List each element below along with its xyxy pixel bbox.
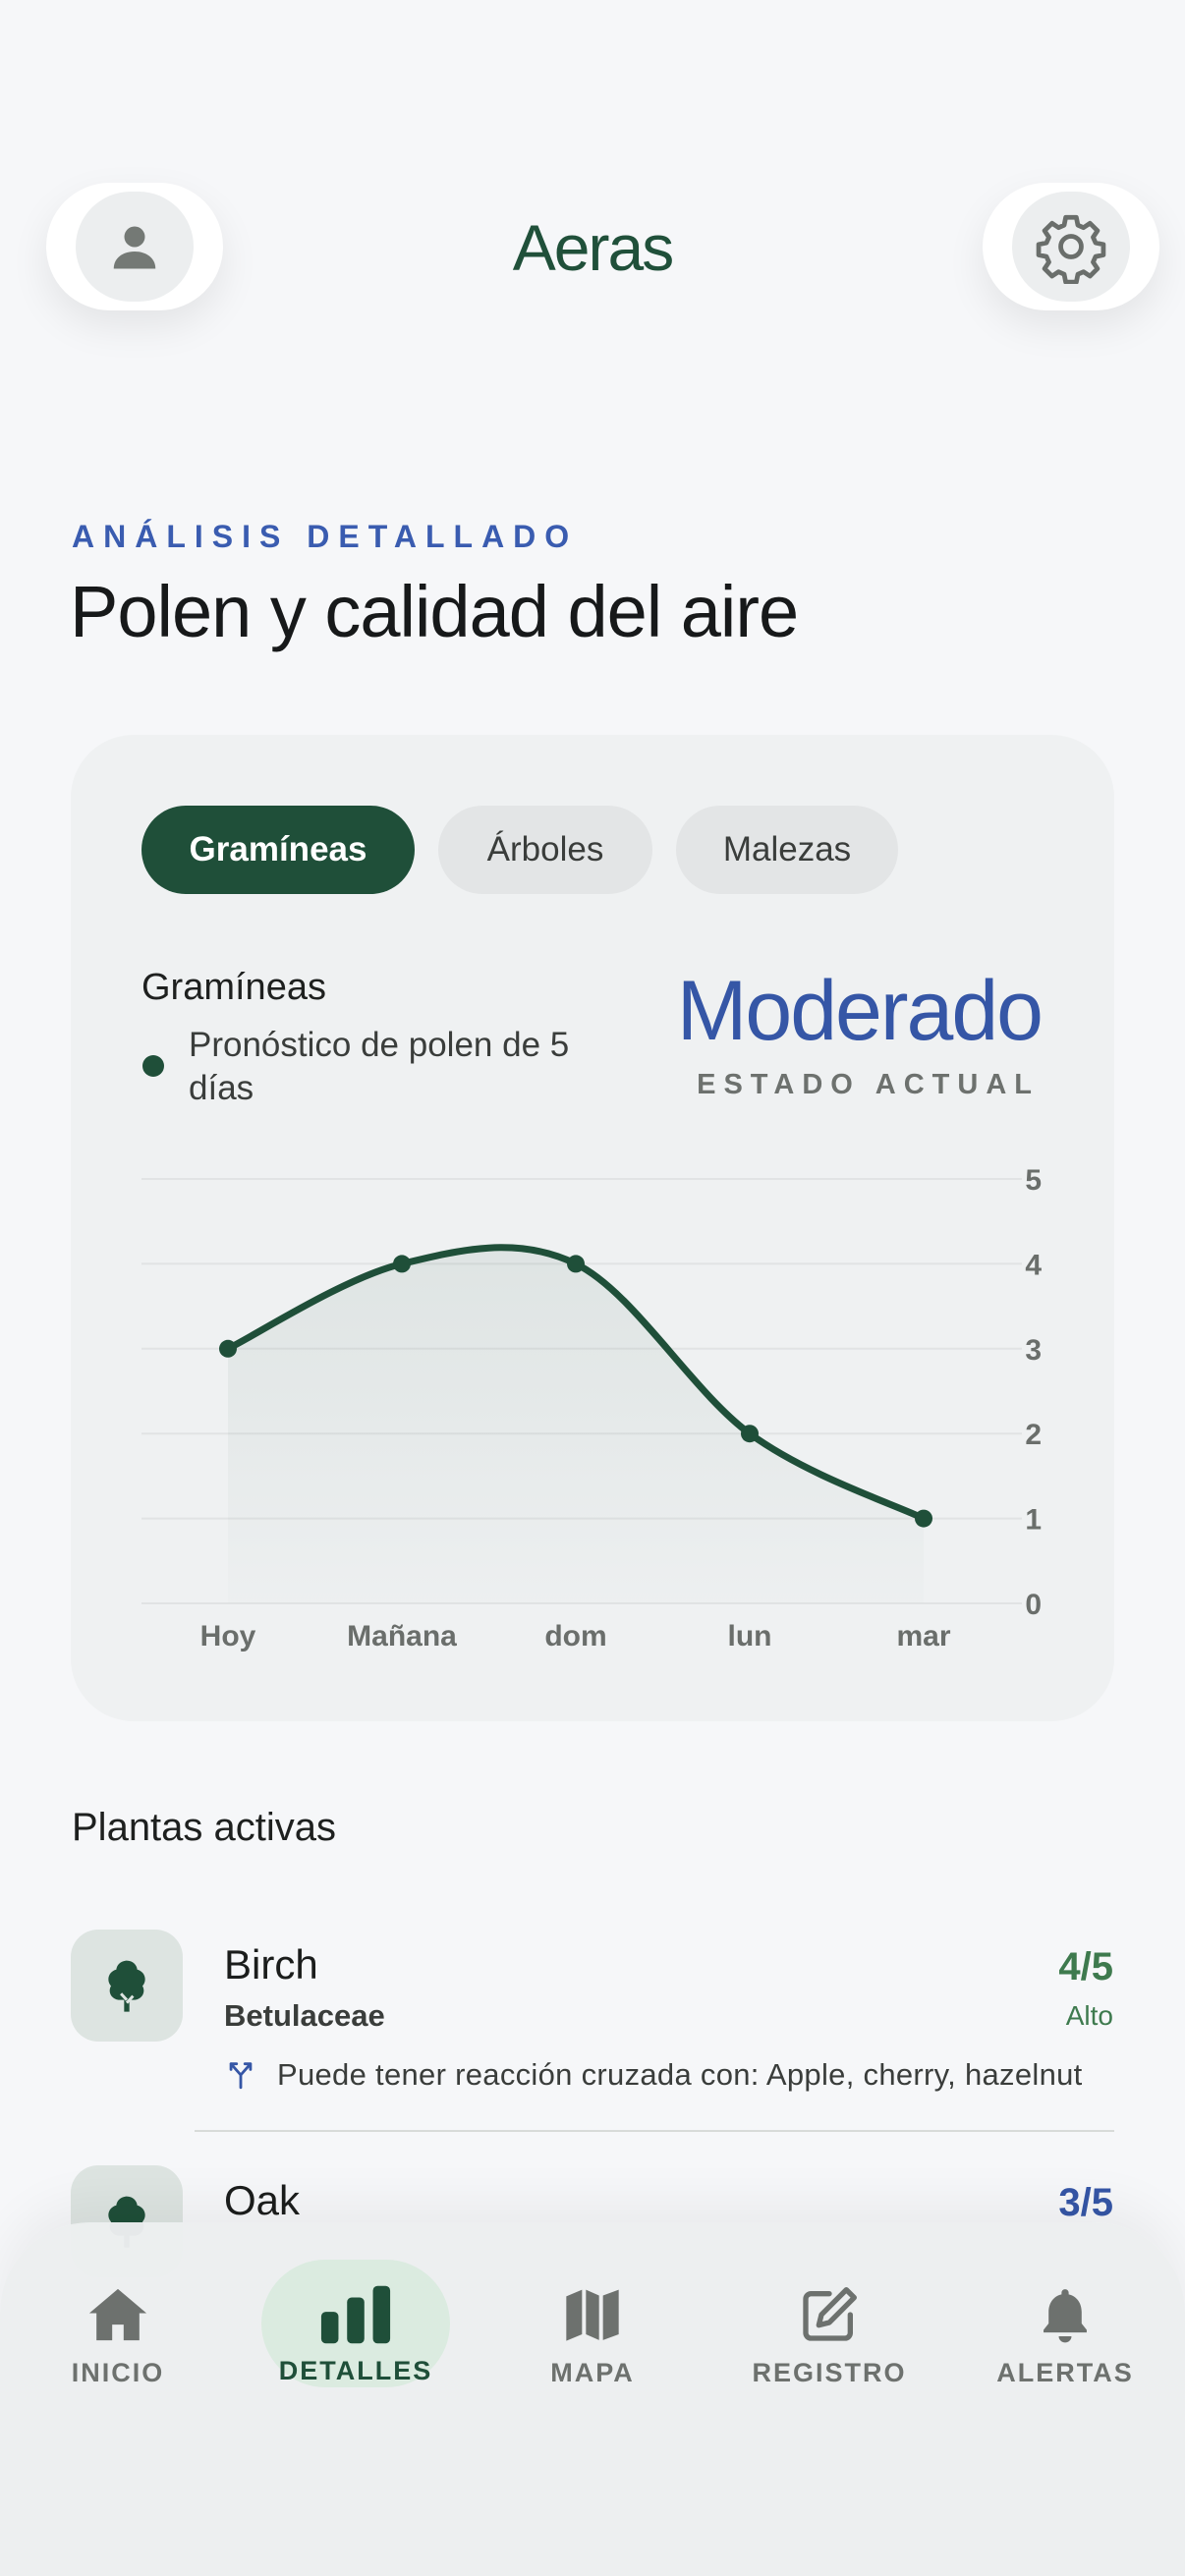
- plant-score: 4/5: [1058, 1945, 1113, 1988]
- cross-reaction-row: Puede tener reacción cruzada con: Apple,…: [224, 2057, 1083, 2093]
- plant-score: 3/5: [1058, 2181, 1113, 2224]
- plant-name: Birch: [224, 1941, 318, 1988]
- nav-label: MAPA: [550, 2357, 635, 2387]
- nav-alertas[interactable]: ALERTAS: [977, 2271, 1154, 2399]
- y-tick-label: 0: [1025, 1589, 1042, 1621]
- data-point[interactable]: [567, 1255, 585, 1273]
- data-point[interactable]: [915, 1509, 932, 1528]
- pollen-chart: 0 1 2 3 4 5 Hoy Mañana dom lun mar: [141, 1164, 1042, 1652]
- tree-icon: [108, 1960, 145, 2012]
- list-divider: [195, 2130, 1114, 2132]
- plant-level: Alto: [1065, 2000, 1113, 2031]
- section-title-active-plants: Plantas activas: [72, 1806, 337, 1849]
- y-tick-label: 5: [1025, 1164, 1042, 1197]
- bell-icon: [1044, 2288, 1087, 2342]
- edit-icon: [803, 2286, 857, 2341]
- nav-inicio[interactable]: INICIO: [29, 2271, 206, 2399]
- data-point[interactable]: [219, 1339, 237, 1358]
- nav-mapa[interactable]: MAPA: [504, 2271, 681, 2399]
- y-tick-label: 4: [1025, 1249, 1042, 1281]
- nav-detalles[interactable]: DETALLES: [267, 2271, 444, 2399]
- x-tick-label: mar: [896, 1620, 950, 1652]
- cross-reaction-icon: [229, 2062, 253, 2090]
- y-tick-label: 2: [1025, 1419, 1042, 1451]
- x-tick-label: lun: [728, 1620, 772, 1652]
- y-tick-label: 3: [1025, 1334, 1042, 1367]
- nav-label: INICIO: [71, 2357, 165, 2387]
- nav-label: REGISTRO: [752, 2357, 907, 2387]
- plant-family: Betulaceae: [224, 1998, 385, 2033]
- plant-name: Oak: [224, 2177, 301, 2223]
- y-tick-label: 1: [1025, 1504, 1042, 1537]
- plant-icon-birch[interactable]: [71, 1930, 183, 2042]
- x-tick-label: dom: [544, 1620, 606, 1652]
- map-icon: [566, 2289, 619, 2341]
- home-icon: [88, 2288, 147, 2340]
- data-point[interactable]: [741, 1425, 759, 1443]
- cross-reaction-text: Puede tener reacción cruzada con: Apple,…: [277, 2057, 1083, 2092]
- x-tick-label: Mañana: [347, 1620, 457, 1652]
- nav-label: ALERTAS: [996, 2357, 1134, 2387]
- x-tick-label: Hoy: [200, 1620, 256, 1652]
- data-point[interactable]: [393, 1255, 411, 1273]
- nav-label: DETALLES: [278, 2355, 433, 2385]
- chart-area: [228, 1247, 924, 1603]
- nav-registro[interactable]: REGISTRO: [741, 2271, 918, 2399]
- bar-chart-icon: [320, 2285, 391, 2343]
